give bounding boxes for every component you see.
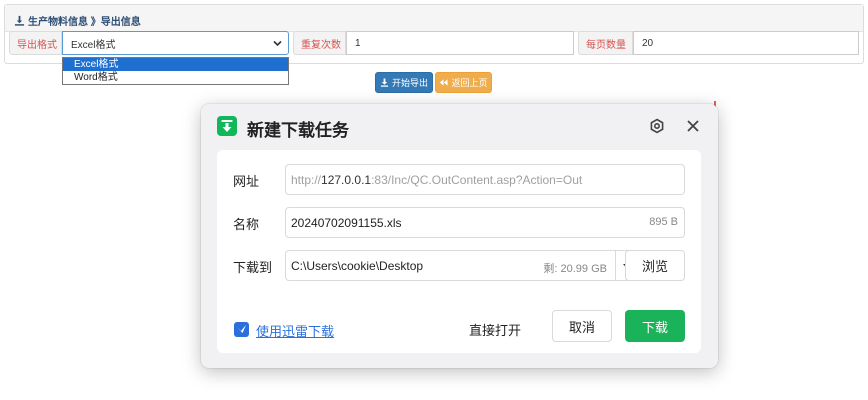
settings-icon[interactable] — [649, 118, 665, 134]
url-host: 127.0.0.1 — [321, 172, 372, 187]
download-icon — [380, 78, 389, 87]
cancel-button[interactable]: 取消 — [552, 310, 612, 342]
repeat-count-label: 重复次数 — [293, 31, 346, 55]
close-icon[interactable] — [686, 119, 700, 133]
back-button[interactable]: 返回上页 — [435, 72, 492, 93]
free-space: 剩: 20.99 GB — [543, 263, 607, 275]
repeat-count-input[interactable]: 1 — [346, 31, 574, 55]
browse-button[interactable]: 浏览 — [625, 250, 685, 281]
file-name-value: 20240702091155.xls — [291, 215, 402, 230]
use-thunder-link[interactable]: 使用迅雷下载 — [256, 321, 334, 340]
download-manager-icon — [217, 116, 237, 136]
url-prefix: http:// — [291, 172, 322, 187]
url-rest: :83/Inc/QC.OutContent.asp?Action=Out — [371, 172, 583, 187]
back-label: 返回上页 — [451, 78, 488, 88]
file-name-field[interactable]: 20240702091155.xls 895 B — [285, 207, 685, 238]
panel-header: 生产物料信息 》导出信息 — [5, 5, 863, 32]
path-label: 下载到 — [233, 261, 273, 276]
download-path-field[interactable]: C:\Users\cookie\Desktop 剩: 20.99 GB — [285, 250, 616, 281]
export-format-label: 导出格式 — [9, 31, 62, 55]
download-button[interactable]: 下载 — [625, 310, 685, 342]
start-export-label: 开始导出 — [391, 78, 428, 88]
backward-icon — [439, 78, 449, 87]
url-field[interactable]: http://127.0.0.1:83/Inc/QC.OutContent.as… — [285, 164, 685, 195]
start-export-button[interactable]: 开始导出 — [375, 72, 433, 93]
dialog-title: 新建下载任务 — [247, 121, 349, 141]
chevron-down-icon — [273, 40, 282, 47]
url-label: 网址 — [233, 175, 260, 190]
export-format-select[interactable]: Excel格式 — [62, 31, 289, 55]
option-excel[interactable]: Excel格式 — [63, 58, 288, 71]
option-word[interactable]: Word格式 — [63, 71, 288, 84]
page-size-value: 20 — [642, 37, 654, 49]
breadcrumb: 生产物料信息 》导出信息 — [14, 13, 141, 28]
export-format-dropdown: Excel格式 Word格式 — [62, 57, 289, 85]
page-size-input[interactable]: 20 — [633, 31, 859, 55]
export-format-value: Excel格式 — [71, 39, 116, 51]
breadcrumb-text: 生产物料信息 》导出信息 — [28, 17, 141, 28]
download-path-value: C:\Users\cookie\Desktop — [291, 258, 424, 273]
file-size: 895 B — [649, 216, 678, 228]
thunder-icon — [234, 322, 249, 337]
open-directly-button[interactable]: 直接打开 — [469, 320, 521, 339]
download-dialog: 新建下载任务 网址 http://127.0.0.1:83/Inc/QC.Out… — [201, 104, 718, 368]
download-icon — [14, 15, 25, 26]
name-label: 名称 — [233, 218, 260, 233]
page-size-label: 每页数量 — [578, 31, 633, 55]
dialog-body: 网址 http://127.0.0.1:83/Inc/QC.OutContent… — [217, 150, 701, 353]
repeat-count-value: 1 — [355, 37, 361, 49]
